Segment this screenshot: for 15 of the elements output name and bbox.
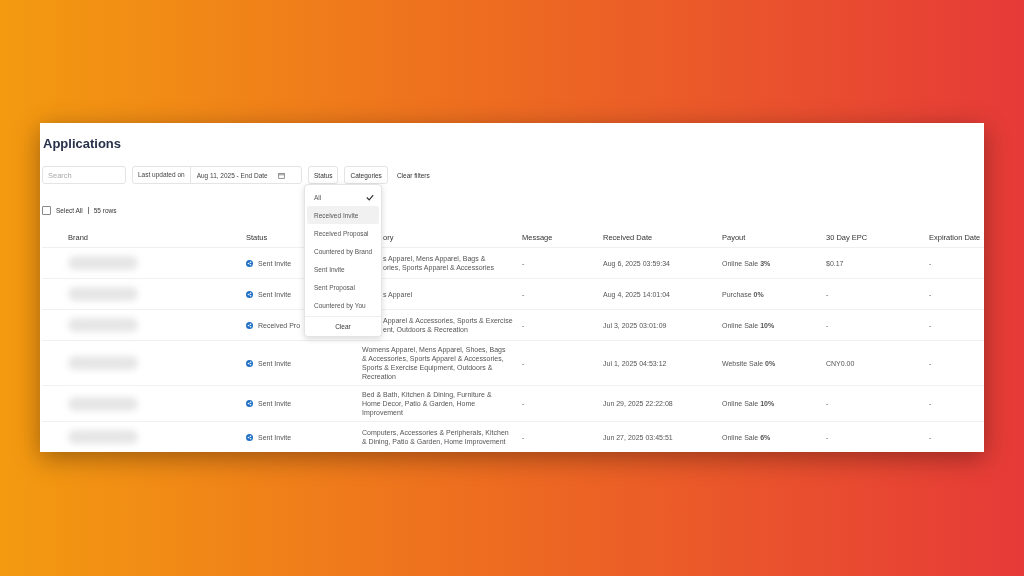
blurred-brand	[68, 396, 138, 411]
share-icon	[246, 259, 253, 267]
page-title: Applications	[43, 135, 122, 153]
select-all-checkbox[interactable]	[42, 205, 51, 215]
share-icon	[246, 400, 253, 407]
blurred-brand	[68, 256, 138, 270]
share-icon	[246, 290, 253, 298]
blurred-brand	[68, 356, 138, 370]
calendar-icon	[277, 171, 285, 179]
blurred-brand	[68, 287, 138, 301]
blurred-brand	[68, 430, 138, 444]
blurred-brand	[68, 318, 138, 332]
share-icon	[246, 433, 253, 441]
share-icon	[246, 321, 253, 329]
share-icon	[246, 359, 253, 367]
